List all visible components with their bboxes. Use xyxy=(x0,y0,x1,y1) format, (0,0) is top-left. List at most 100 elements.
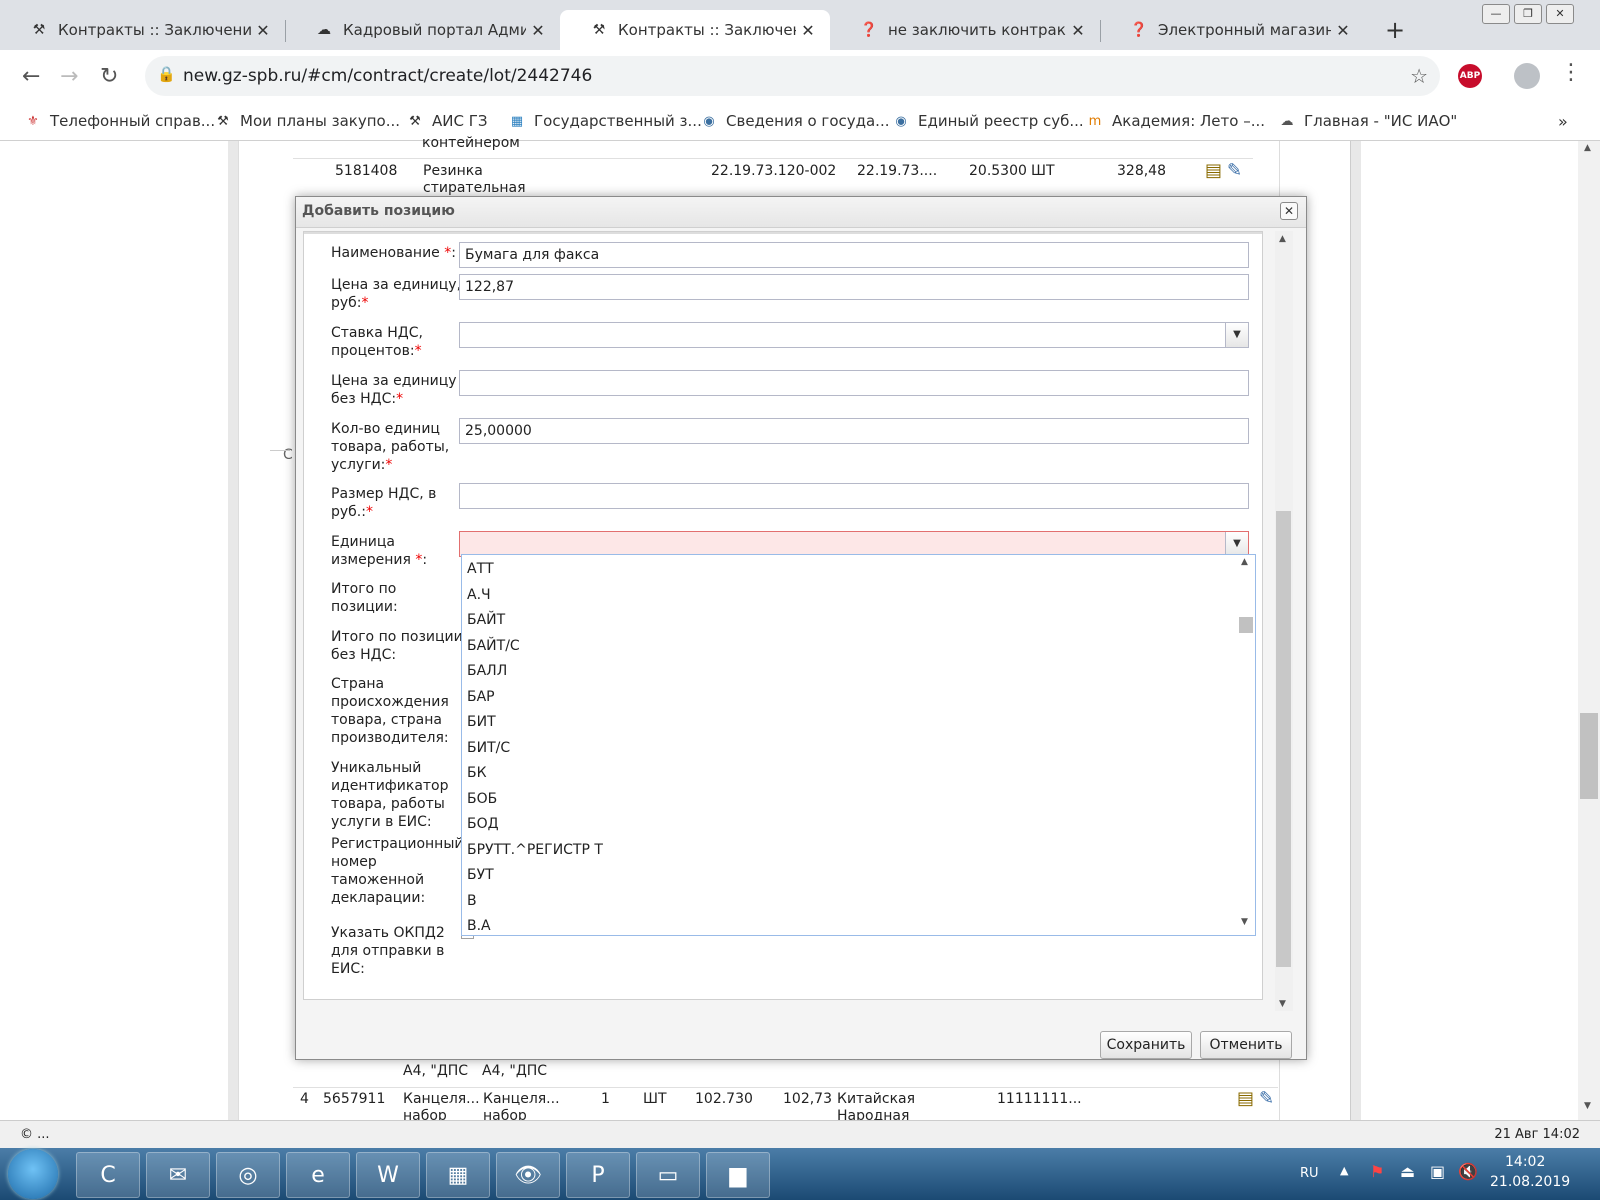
unit-option[interactable]: БРУТТ.^РЕГИСТР Т xyxy=(467,838,603,863)
ccleaner-icon[interactable]: C xyxy=(76,1152,140,1198)
page-scrollbar[interactable]: ▲ ▼ xyxy=(1578,141,1600,1120)
scroll-down-icon[interactable]: ▼ xyxy=(1584,1101,1591,1111)
bookmark-academy[interactable]: m Академия: Лето –... xyxy=(1086,112,1265,130)
chevron-down-icon[interactable]: ▼ xyxy=(1225,323,1248,347)
bookmark-plans[interactable]: ⚒ Мои планы закупо... xyxy=(214,112,400,130)
antivirus-icon[interactable]: ⚑ xyxy=(1370,1162,1384,1181)
details-icon[interactable]: ▤ xyxy=(1205,160,1222,181)
address-bar[interactable]: 🔒 new.gz-spb.ru/#cm/contract/create/lot/… xyxy=(145,56,1440,96)
word-icon[interactable]: W xyxy=(356,1152,420,1198)
adblock-icon[interactable]: ABP xyxy=(1458,64,1482,88)
dialog-scroll-thumb[interactable] xyxy=(1276,511,1291,967)
reload-icon[interactable]: ↻ xyxy=(100,64,118,89)
bookmark-ais[interactable]: ⚒ АИС ГЗ xyxy=(406,112,487,130)
maximize-icon[interactable]: ❐ xyxy=(1514,4,1542,24)
unit-option[interactable]: БАЙТ xyxy=(467,608,505,633)
chrome-icon[interactable]: ◎ xyxy=(216,1152,280,1198)
scroll-up-icon[interactable]: ▲ xyxy=(1279,234,1286,244)
tab-contracts-active[interactable]: ⚒ Контракты :: Заключение до ✕ xyxy=(560,10,830,50)
label-text: Итого по xyxy=(331,581,397,597)
volume-muted-icon[interactable]: 🔇 xyxy=(1458,1162,1478,1181)
unit-option[interactable]: А.Ч xyxy=(467,583,491,608)
edit-icon[interactable]: ✎ xyxy=(1259,1088,1274,1109)
more-bookmarks-icon[interactable]: » xyxy=(1558,112,1568,131)
unit-option[interactable]: БИТ xyxy=(467,710,496,735)
unit-option[interactable]: В.А xyxy=(467,914,491,935)
bookmark-phonebook[interactable]: ⚜ Телефонный справ... xyxy=(24,112,215,130)
vat-rate-select[interactable]: ▼ xyxy=(459,322,1249,348)
close-icon[interactable]: ✕ xyxy=(796,21,820,40)
ie-icon[interactable]: e xyxy=(286,1152,350,1198)
bookmark-state[interactable]: ▦ Государственный з... xyxy=(508,112,702,130)
scroll-up-icon[interactable]: ▲ xyxy=(1241,557,1248,567)
page-scroll-thumb[interactable] xyxy=(1580,713,1598,799)
dialog-header[interactable]: Добавить позицию ✕ xyxy=(296,197,1306,228)
bookmark-registry[interactable]: ◉ Единый реестр суб... xyxy=(892,112,1083,130)
table-row[interactable]: 5181408 Резинка стирательная 22.19.73.12… xyxy=(293,160,1253,196)
window-close-icon[interactable]: ✕ xyxy=(1546,4,1574,24)
price-input[interactable]: 122,87 xyxy=(459,274,1249,300)
tab-contracts-1[interactable]: ⚒ Контракты :: Заключение до ✕ xyxy=(0,10,285,50)
pdf-icon[interactable]: P xyxy=(566,1152,630,1198)
explorer-icon[interactable]: ▆ xyxy=(706,1152,770,1198)
language-indicator[interactable]: RU xyxy=(1300,1166,1319,1181)
new-tab-button[interactable]: + xyxy=(1385,16,1405,44)
bookmark-iao[interactable]: ☁ Главная - "ИС ИАО" xyxy=(1278,112,1458,130)
menu-icon[interactable]: ⋮ xyxy=(1560,60,1582,85)
tab-help-2[interactable]: ❓ Электронный магазин: при ✕ xyxy=(1100,10,1365,50)
unit-option[interactable]: БОД xyxy=(467,812,499,837)
tray-expand-icon[interactable]: ▲ xyxy=(1340,1164,1348,1177)
unit-dropdown-list[interactable]: АТТ А.Ч БАЙТ БАЙТ/С БАЛЛ БАР БИТ БИТ/С БК БОБ БОД Б… xyxy=(461,554,1256,936)
close-icon[interactable]: ✕ xyxy=(251,21,275,40)
details-icon[interactable]: ▤ xyxy=(1237,1088,1254,1109)
close-icon[interactable]: ✕ xyxy=(526,21,550,40)
tab-hr-portal[interactable]: ☁ Кадровый портал Админист ✕ xyxy=(285,10,560,50)
dropdown-scrollbar[interactable]: ▲ ▼ xyxy=(1237,555,1255,935)
star-icon[interactable]: ☆ xyxy=(1410,64,1428,88)
tab-help-1[interactable]: ❓ не заключить контракт | Не ✕ xyxy=(830,10,1100,50)
clock-time[interactable]: 14:02 xyxy=(1505,1154,1545,1170)
bookmark-info[interactable]: ◉ Сведения о госуда... xyxy=(700,112,889,130)
calc-icon[interactable]: ▦ xyxy=(426,1152,490,1198)
table-row[interactable]: 4 5657911 Канцеля... набор Канцеля... на… xyxy=(293,1087,1278,1121)
unit-option[interactable]: БИТ/С xyxy=(467,736,510,761)
unit-option[interactable]: БК xyxy=(467,761,487,786)
unit-option[interactable]: БАЙТ/С xyxy=(467,634,520,659)
forward-icon[interactable]: → xyxy=(60,64,78,89)
unit-option[interactable]: БУТ xyxy=(467,863,494,888)
price-no-vat-input[interactable] xyxy=(459,370,1249,396)
unit-option[interactable]: АТТ xyxy=(467,557,494,582)
quantity-input[interactable]: 25,00000 xyxy=(459,418,1249,444)
save-button[interactable]: Сохранить xyxy=(1100,1031,1192,1059)
back-icon[interactable]: ← xyxy=(22,64,40,89)
network-icon[interactable]: ▣ xyxy=(1430,1162,1445,1181)
scroll-up-icon[interactable]: ▲ xyxy=(1584,143,1591,153)
close-icon[interactable]: ✕ xyxy=(1280,202,1298,220)
close-icon[interactable]: ✕ xyxy=(1066,21,1090,40)
close-icon[interactable]: ✕ xyxy=(1331,21,1355,40)
usb-icon[interactable]: ⏏ xyxy=(1400,1162,1415,1181)
chevron-down-icon[interactable]: ▼ xyxy=(1225,532,1248,556)
start-button[interactable] xyxy=(8,1149,58,1199)
name-input[interactable]: Бумага для факса xyxy=(459,242,1249,268)
url-text[interactable]: new.gz-spb.ru/#cm/contract/create/lot/24… xyxy=(183,66,592,86)
scroll-down-icon[interactable]: ▼ xyxy=(1241,917,1248,927)
mail-icon[interactable]: ✉ xyxy=(146,1152,210,1198)
profile-avatar[interactable] xyxy=(1514,63,1540,89)
scanner-icon[interactable]: ▭ xyxy=(636,1152,700,1198)
cancel-button[interactable]: Отменить xyxy=(1200,1031,1292,1059)
dialog-scrollbar[interactable]: ▲ ▼ xyxy=(1275,231,1293,1011)
edit-icon[interactable]: ✎ xyxy=(1227,160,1242,181)
unit-option[interactable]: В xyxy=(467,889,477,914)
unit-option[interactable]: БАР xyxy=(467,685,495,710)
lock-icon[interactable]: 🔒 xyxy=(157,65,176,83)
eye-icon[interactable]: 👁 xyxy=(496,1152,560,1198)
unit-label: Единица измерения *: xyxy=(331,534,428,568)
unit-option[interactable]: БАЛЛ xyxy=(467,659,507,684)
minimize-icon[interactable]: — xyxy=(1482,4,1510,24)
unit-option[interactable]: БОБ xyxy=(467,787,497,812)
clock-date[interactable]: 21.08.2019 xyxy=(1490,1174,1570,1190)
vat-sum-input[interactable] xyxy=(459,483,1249,509)
scroll-down-icon[interactable]: ▼ xyxy=(1279,999,1286,1009)
dropdown-scroll-thumb[interactable] xyxy=(1239,617,1253,633)
